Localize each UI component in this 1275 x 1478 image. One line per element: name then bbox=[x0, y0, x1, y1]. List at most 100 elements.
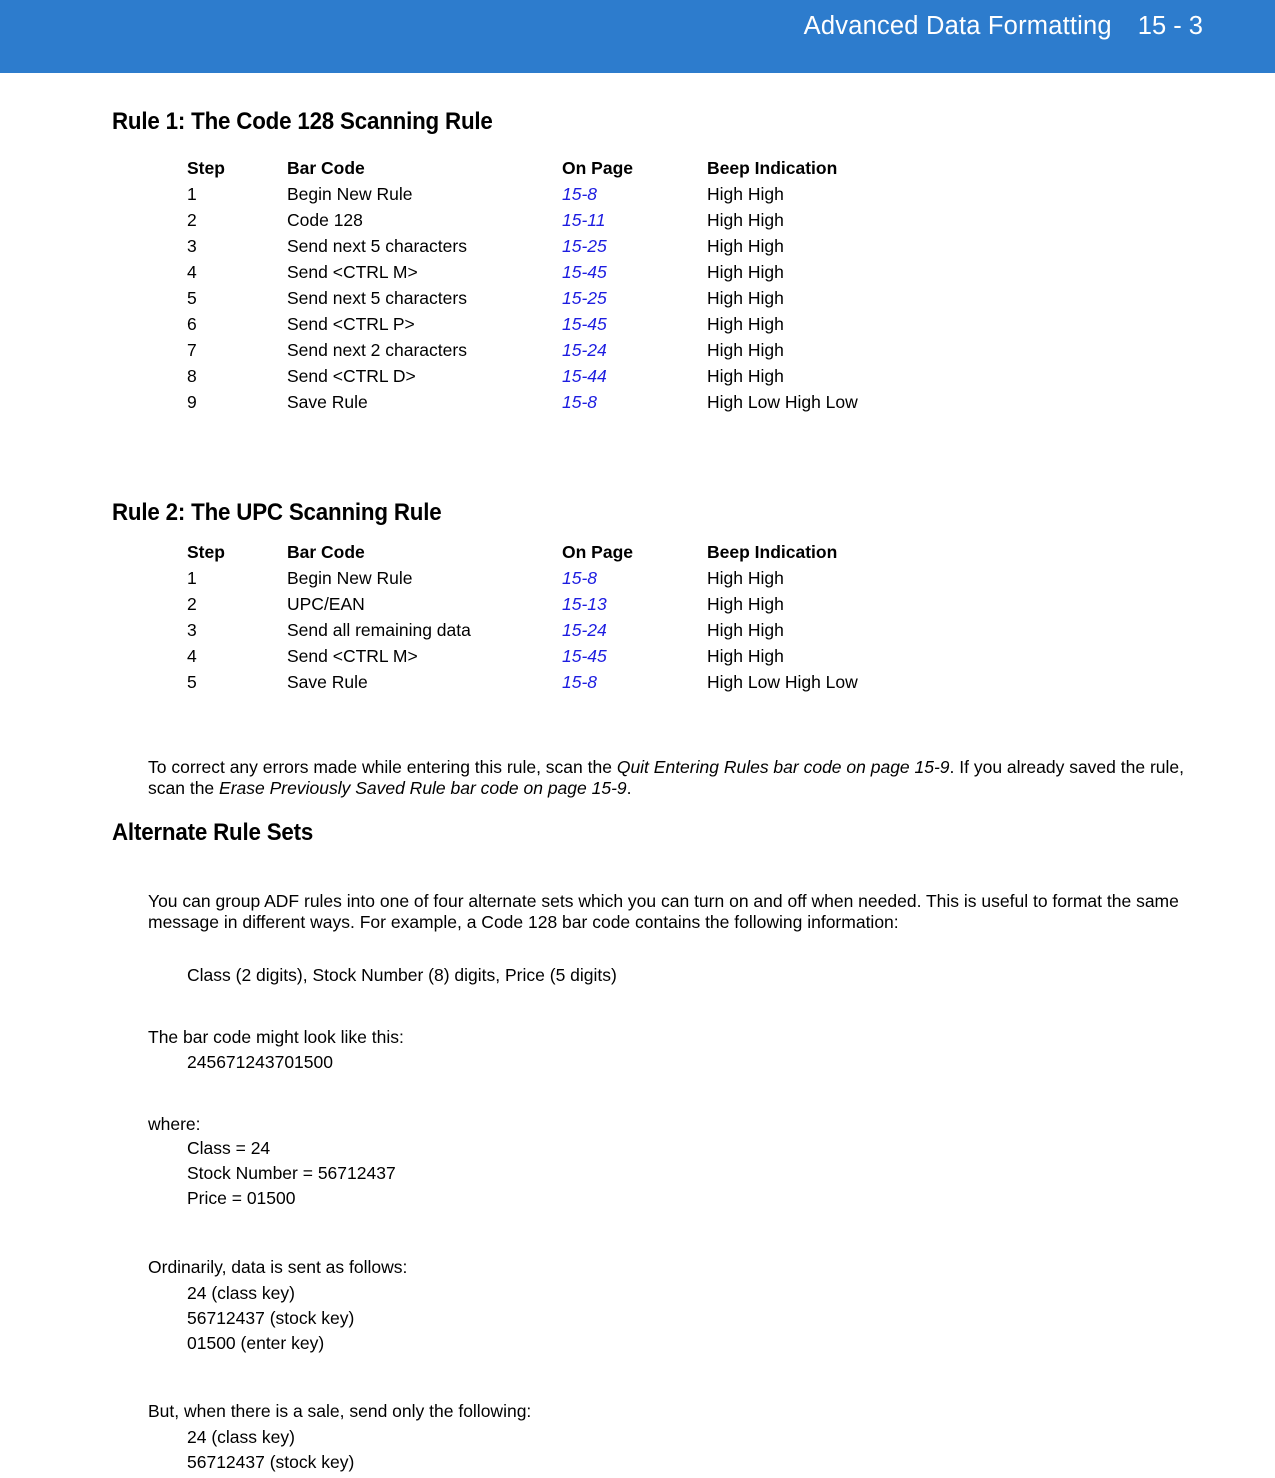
cell-bar-code: Save Rule bbox=[287, 392, 368, 412]
cell-beep-indication: High High bbox=[707, 184, 784, 204]
cell-beep-indication: High Low High Low bbox=[707, 672, 858, 692]
table-row: 8 Send <CTRL D> 15-44 High High bbox=[187, 366, 1007, 392]
column-header-on-page: On Page bbox=[562, 158, 633, 178]
page-reference-link[interactable]: 15-13 bbox=[562, 594, 607, 614]
page-reference-link[interactable]: 15-44 bbox=[562, 366, 607, 386]
page-reference-link[interactable]: 15-11 bbox=[562, 210, 605, 230]
cell-on-page: 15-25 bbox=[562, 288, 707, 314]
header-title-group: Advanced Data Formatting 15 - 3 bbox=[804, 12, 1203, 41]
cell-bar-code: Begin New Rule bbox=[287, 184, 413, 204]
table-row: 9 Save Rule 15-8 High Low High Low bbox=[187, 392, 1007, 418]
cell-beep-indication: High High bbox=[707, 594, 784, 614]
page-reference-link[interactable]: 15-25 bbox=[562, 236, 607, 256]
cell-step: 1 bbox=[187, 184, 197, 204]
page-reference-link[interactable]: 15-45 bbox=[562, 262, 607, 282]
cell-on-page: 15-11 bbox=[562, 210, 707, 236]
cell-step: 6 bbox=[187, 314, 197, 334]
page-reference-link[interactable]: 15-24 bbox=[562, 340, 607, 360]
cell-on-page: 15-45 bbox=[562, 262, 707, 288]
cell-on-page: 15-8 bbox=[562, 672, 707, 698]
ordinarily-line: 24 (class key) bbox=[187, 1283, 295, 1303]
where-label: where: bbox=[148, 1113, 201, 1134]
cell-step: 7 bbox=[187, 340, 197, 360]
page-reference-link[interactable]: 15-8 bbox=[562, 672, 597, 692]
rule-2-table-body: 1 Begin New Rule 15-8 High High 2 UPC/EAN 15-1… bbox=[187, 568, 1007, 698]
table-row: 4 Send <CTRL M> 15-45 High High bbox=[187, 646, 1007, 672]
cell-on-page: 15-8 bbox=[562, 568, 707, 594]
table-header-row: Step Bar Code On Page Beep Indication bbox=[187, 542, 1007, 568]
cell-bar-code: Send <CTRL P> bbox=[287, 314, 415, 334]
cell-on-page: 15-24 bbox=[562, 340, 707, 366]
column-header-on-page: On Page bbox=[562, 542, 633, 562]
table-header-row: Step Bar Code On Page Beep Indication bbox=[187, 158, 1007, 184]
page-reference-link[interactable]: 15-45 bbox=[562, 646, 607, 666]
rule-2-step-table: Step Bar Code On Page Beep Indication 1 B… bbox=[187, 542, 1007, 698]
barcode-value-block: 245671243701500 bbox=[187, 1050, 333, 1075]
table-row: 2 UPC/EAN 15-13 High High bbox=[187, 594, 1007, 620]
cell-beep-indication: High High bbox=[707, 210, 784, 230]
rule-1-heading: Rule 1: The Code 128 Scanning Rule bbox=[112, 108, 493, 135]
alternate-intro-paragraph: You can group ADF rules into one of four… bbox=[148, 890, 1179, 933]
cell-beep-indication: High High bbox=[707, 646, 784, 666]
erase-saved-rule-reference: Erase Previously Saved Rule bar code on … bbox=[219, 778, 627, 798]
correction-note-text-3: . bbox=[626, 778, 632, 798]
ordinarily-line: 56712437 (stock key) bbox=[187, 1308, 355, 1328]
page-header-band: Advanced Data Formatting 15 - 3 bbox=[0, 0, 1275, 73]
cell-bar-code: UPC/EAN bbox=[287, 594, 365, 614]
format-line: Class (2 digits), Stock Number (8) digit… bbox=[187, 965, 617, 985]
cell-beep-indication: High Low High Low bbox=[707, 392, 858, 412]
barcode-value: 245671243701500 bbox=[187, 1052, 333, 1072]
sale-lines-block: 24 (class key) 56712437 (stock key) bbox=[187, 1425, 354, 1475]
cell-bar-code: Send <CTRL M> bbox=[287, 646, 418, 666]
format-description-block: Class (2 digits), Stock Number (8) digit… bbox=[187, 963, 617, 988]
column-header-bar-code: Bar Code bbox=[287, 542, 365, 562]
cell-step: 4 bbox=[187, 646, 197, 666]
sale-line: 24 (class key) bbox=[187, 1427, 295, 1447]
cell-on-page: 15-25 bbox=[562, 236, 707, 262]
cell-bar-code: Code 128 bbox=[287, 210, 363, 230]
cell-step: 1 bbox=[187, 568, 197, 588]
cell-beep-indication: High High bbox=[707, 314, 784, 334]
column-header-step: Step bbox=[187, 158, 225, 178]
table-row: 1 Begin New Rule 15-8 High High bbox=[187, 568, 1007, 594]
alternate-rule-sets-heading: Alternate Rule Sets bbox=[112, 819, 314, 846]
table-row: 4 Send <CTRL M> 15-45 High High bbox=[187, 262, 1007, 288]
cell-bar-code: Save Rule bbox=[287, 672, 368, 692]
might-look-paragraph: The bar code might look like this: bbox=[148, 1026, 404, 1047]
page-reference-link[interactable]: 15-25 bbox=[562, 288, 607, 308]
correction-note-paragraph: To correct any errors made while enterin… bbox=[148, 757, 1200, 800]
table-row: 3 Send all remaining data 15-24 High High bbox=[187, 620, 1007, 646]
sale-intro-paragraph: But, when there is a sale, send only the… bbox=[148, 1400, 532, 1421]
where-line: Price = 01500 bbox=[187, 1188, 296, 1208]
quit-entering-rules-reference: Quit Entering Rules bar code on page 15-… bbox=[616, 756, 950, 777]
page-reference-link[interactable]: 15-8 bbox=[562, 184, 597, 204]
table-row: 2 Code 128 15-11 High High bbox=[187, 210, 1007, 236]
cell-bar-code: Send <CTRL D> bbox=[287, 366, 416, 386]
table-row: 3 Send next 5 characters 15-25 High High bbox=[187, 236, 1007, 262]
page-reference-link[interactable]: 15-8 bbox=[562, 392, 597, 412]
cell-on-page: 15-8 bbox=[562, 392, 707, 418]
table-row: 7 Send next 2 characters 15-24 High High bbox=[187, 340, 1007, 366]
column-header-bar-code: Bar Code bbox=[287, 158, 365, 178]
cell-beep-indication: High High bbox=[707, 288, 784, 308]
ordinarily-paragraph: Ordinarily, data is sent as follows: bbox=[148, 1256, 408, 1277]
table-row: 5 Save Rule 15-8 High Low High Low bbox=[187, 672, 1007, 698]
column-header-beep-indication: Beep Indication bbox=[707, 158, 838, 178]
ordinarily-line: 01500 (enter key) bbox=[187, 1333, 325, 1353]
cell-beep-indication: High High bbox=[707, 262, 784, 282]
column-header-beep-indication: Beep Indication bbox=[707, 542, 838, 562]
cell-on-page: 15-8 bbox=[562, 184, 707, 210]
where-line: Class = 24 bbox=[187, 1138, 271, 1158]
cell-step: 3 bbox=[187, 620, 197, 640]
cell-on-page: 15-13 bbox=[562, 594, 707, 620]
page-reference-link[interactable]: 15-24 bbox=[562, 620, 607, 640]
cell-step: 5 bbox=[187, 672, 197, 692]
cell-step: 8 bbox=[187, 366, 197, 386]
table-row: 1 Begin New Rule 15-8 High High bbox=[187, 184, 1007, 210]
where-line: Stock Number = 56712437 bbox=[187, 1163, 396, 1183]
page-reference-link[interactable]: 15-45 bbox=[562, 314, 607, 334]
page-reference-link[interactable]: 15-8 bbox=[562, 568, 597, 588]
ordinarily-lines-block: 24 (class key) 56712437 (stock key) 01500 … bbox=[187, 1281, 354, 1356]
cell-bar-code: Send next 5 characters bbox=[287, 288, 467, 308]
correction-note-text-1: To correct any errors made while enterin… bbox=[148, 756, 617, 777]
